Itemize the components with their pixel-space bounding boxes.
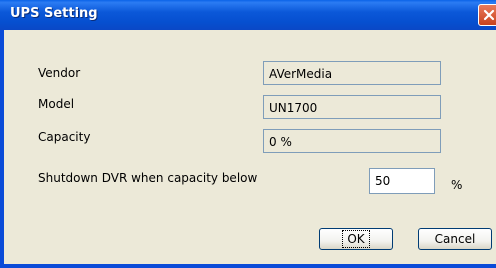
ups-setting-dialog: UPS Setting Vendor AVerMedia Model UN170… [0,0,496,268]
vendor-field: AVerMedia [263,61,441,85]
model-label: Model [38,97,75,111]
title-bar[interactable]: UPS Setting [0,0,496,30]
model-field: UN1700 [263,95,441,119]
shutdown-label: Shutdown DVR when capacity below [38,171,258,185]
settings-panel: Vendor AVerMedia Model UN1700 Capacity 0… [10,36,494,258]
ok-button-label: OK [342,230,370,248]
vendor-label: Vendor [38,66,81,80]
capacity-field: 0 % [263,129,441,153]
shutdown-unit-label: % [451,178,463,192]
window-title: UPS Setting [10,6,98,21]
ok-button[interactable]: OK [319,228,393,250]
cancel-button[interactable]: Cancel [418,228,492,250]
close-icon [483,9,495,21]
cancel-button-label: Cancel [434,232,476,246]
shutdown-threshold-input[interactable]: 50 [369,168,435,194]
close-button[interactable] [478,4,496,26]
capacity-label: Capacity [38,130,91,144]
